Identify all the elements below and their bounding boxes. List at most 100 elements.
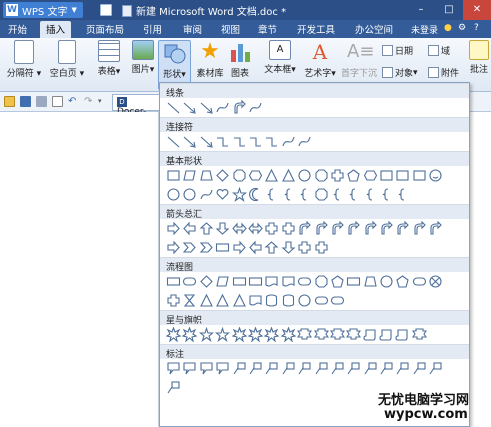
shape-banner-icon[interactable] — [313, 327, 329, 342]
tab-page-layout[interactable]: 页面布局 — [86, 22, 124, 36]
shape-callout-icon[interactable] — [215, 361, 230, 376]
shape-rect-icon[interactable] — [412, 168, 427, 183]
shape-calloutLine-icon[interactable] — [314, 361, 329, 376]
shape-banner-icon[interactable] — [329, 327, 345, 342]
shape-scroll-icon[interactable] — [395, 327, 410, 342]
shape-cross-icon[interactable] — [166, 293, 181, 308]
shape-moon-icon[interactable] — [248, 187, 263, 202]
shape-burst-icon[interactable] — [280, 327, 296, 342]
shape-cross-icon[interactable] — [281, 221, 296, 236]
shape-brace-icon[interactable] — [330, 187, 345, 202]
shape-calloutLine-icon[interactable] — [379, 361, 394, 376]
shape-arrL-icon[interactable] — [182, 221, 197, 236]
redo-icon[interactable]: ↷ — [84, 96, 95, 107]
shape-brace-icon[interactable] — [363, 187, 378, 202]
shape-arrD-icon[interactable] — [281, 240, 296, 255]
shape-circle-icon[interactable] — [297, 293, 312, 308]
shape-hex-icon[interactable] — [248, 168, 263, 183]
tab-developer[interactable]: 开发工具 — [297, 22, 335, 36]
undo-icon[interactable]: ↶ — [68, 96, 79, 107]
shape-callout-icon[interactable] — [182, 361, 197, 376]
skin-icon[interactable]: ● — [444, 23, 452, 33]
shape-elbow-icon[interactable] — [232, 134, 247, 149]
shape-calloutLine-icon[interactable] — [395, 361, 410, 376]
drop-cap-button[interactable]: A≡ 首字下沉 — [339, 40, 379, 79]
shape-flowRect-icon[interactable] — [232, 274, 247, 289]
blank-page-button[interactable]: 空白页 ▾ — [47, 40, 87, 79]
shape-oct-icon[interactable] — [314, 274, 329, 289]
shape-scroll-icon[interactable] — [379, 327, 394, 342]
shape-arrLR-icon[interactable] — [248, 221, 263, 236]
shape-curve-icon[interactable] — [215, 100, 230, 115]
shape-oct-icon[interactable] — [314, 168, 329, 183]
shape-flowDoc-icon[interactable] — [281, 274, 296, 289]
shape-para-icon[interactable] — [182, 168, 197, 183]
comment-button[interactable]: 批注 — [467, 40, 491, 75]
shape-flowCyl-icon[interactable] — [264, 293, 279, 308]
shape-callout-icon[interactable] — [199, 361, 214, 376]
shape-curveArr-icon[interactable] — [314, 221, 329, 236]
shape-calloutLine-icon[interactable] — [281, 361, 296, 376]
shape-curve-icon[interactable] — [297, 134, 312, 149]
shape-curveArr-icon[interactable] — [379, 221, 394, 236]
shape-calloutLine-icon[interactable] — [363, 361, 378, 376]
shape-para-icon[interactable] — [215, 274, 230, 289]
shape-banner-icon[interactable] — [346, 327, 362, 342]
shape-elbow-icon[interactable] — [248, 134, 263, 149]
attachment-button[interactable]: 附件 — [428, 66, 459, 79]
tab-insert[interactable]: 插入 — [40, 21, 72, 38]
shape-brace-icon[interactable] — [395, 187, 410, 202]
shape-curveArr-icon[interactable] — [363, 221, 378, 236]
chart-button[interactable]: 图表 — [228, 40, 252, 79]
shape-cross-icon[interactable] — [314, 240, 329, 255]
object-button[interactable]: 对象 ▾ — [382, 66, 418, 79]
shape-star-icon[interactable] — [198, 327, 214, 342]
shape-arrD-icon[interactable] — [215, 221, 230, 236]
shape-curveArr-icon[interactable] — [395, 221, 410, 236]
document-page[interactable] — [0, 112, 158, 427]
shape-flowRound-icon[interactable] — [314, 293, 329, 308]
help-icon[interactable]: ? — [474, 23, 479, 33]
clipart-button[interactable]: ★ 素材库 — [194, 40, 226, 80]
toolbar-dropdown-icon[interactable]: ▾ — [98, 96, 109, 107]
shape-flowRect-icon[interactable] — [346, 274, 361, 289]
shape-chevron-icon[interactable] — [182, 240, 197, 255]
shape-calloutLine-icon[interactable] — [346, 361, 361, 376]
shape-curve-icon[interactable] — [199, 187, 214, 202]
shape-tri-icon[interactable] — [281, 168, 296, 183]
shape-calloutLine-icon[interactable] — [232, 361, 247, 376]
shape-tri-icon[interactable] — [232, 293, 247, 308]
shape-flowDoc-icon[interactable] — [248, 293, 263, 308]
shape-circle-icon[interactable] — [182, 187, 197, 202]
shape-flowRound-icon[interactable] — [297, 274, 312, 289]
shape-heart-icon[interactable] — [215, 187, 230, 202]
shape-oct-icon[interactable] — [314, 187, 329, 202]
shape-calloutLine-icon[interactable] — [264, 361, 279, 376]
date-button[interactable]: 日期 — [382, 44, 413, 57]
wps-app-menu-button[interactable]: W WPS 文字 ▼ — [3, 2, 83, 18]
shape-flowRect-icon[interactable] — [215, 240, 230, 255]
shape-flowCyl-icon[interactable] — [281, 293, 296, 308]
open-folder-icon[interactable] — [4, 96, 15, 107]
quick-access-icon[interactable] — [100, 4, 112, 16]
docer-tab[interactable]: DDocer- — [112, 94, 160, 117]
login-link[interactable]: 未登录 — [411, 23, 438, 36]
shape-flowX-icon[interactable] — [428, 274, 443, 289]
tab-home[interactable]: 开始 — [8, 22, 27, 36]
shape-curve-icon[interactable] — [248, 100, 263, 115]
shape-circle-icon[interactable] — [297, 168, 312, 183]
shape-tri-icon[interactable] — [199, 293, 214, 308]
shape-trap-icon[interactable] — [363, 274, 378, 289]
shape-chevron-icon[interactable] — [199, 240, 214, 255]
shape-star-icon[interactable] — [231, 187, 247, 202]
shape-pent-icon[interactable] — [346, 168, 361, 183]
shape-flowRect-icon[interactable] — [248, 274, 263, 289]
print-preview-icon[interactable] — [52, 96, 63, 107]
shape-cross-icon[interactable] — [297, 240, 312, 255]
shape-tri-icon[interactable] — [215, 293, 230, 308]
shape-calloutLine-icon[interactable] — [166, 380, 181, 395]
shape-rect-icon[interactable] — [379, 168, 394, 183]
shape-arrU-icon[interactable] — [199, 221, 214, 236]
tab-references[interactable]: 引用 — [143, 22, 162, 36]
shape-burst-icon[interactable] — [231, 327, 247, 342]
